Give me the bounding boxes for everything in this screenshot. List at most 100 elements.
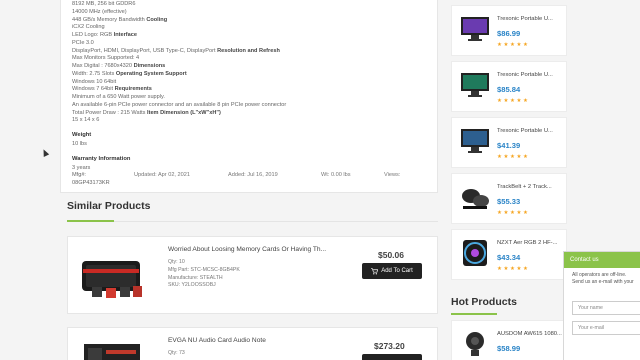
sidebar-product-card[interactable]: NZXT Aer RGB 2 HF-... $43.34 ★★★★★ bbox=[451, 229, 567, 280]
contact-widget-header[interactable]: Contact us bbox=[564, 252, 640, 268]
contact-widget[interactable]: Contact us All operators are off-line. S… bbox=[563, 251, 640, 360]
spec-heading: Item Dimension (L"xW"xH") bbox=[147, 109, 221, 116]
spec-lines: 8192 MB, 256 bit GDDR6 14000 MHz (effecti… bbox=[72, 1, 286, 125]
title-accent-bar bbox=[67, 220, 114, 222]
spec-text: iCX2 Cooling bbox=[72, 24, 105, 31]
weight-meta: Wt: 0.00 lbs bbox=[321, 172, 351, 178]
views-meta: Views: bbox=[384, 172, 401, 178]
spec-line: 448 GB/s Memory Bandwidth Cooling bbox=[72, 17, 286, 25]
warranty-value: 3 years bbox=[72, 165, 91, 171]
rating-stars-icon: ★★★★★ bbox=[497, 154, 530, 160]
sidebar: Trexonic Portable U... $86.99 ★★★★★ Trex… bbox=[451, 0, 567, 360]
spec-text: An available 6-pin PCIe power connector … bbox=[72, 101, 287, 108]
sidebar-product-name[interactable]: Trexonic Portable U... bbox=[497, 16, 553, 22]
hot-products-title: Hot Products bbox=[451, 296, 517, 308]
spec-line: Width: 2.75 Slots Operating System Suppo… bbox=[72, 71, 286, 79]
sidebar-product-name[interactable]: Trexonic Portable U... bbox=[497, 72, 553, 78]
spec-text: LED Logo: RGB bbox=[72, 32, 114, 38]
rating-stars-icon: ★★★★★ bbox=[497, 42, 530, 48]
portable-monitor-image[interactable] bbox=[459, 126, 491, 156]
sidebar-product-card[interactable]: Trexonic Portable U... $85.84 ★★★★★ bbox=[451, 61, 567, 112]
spec-line: Max Monitors Supported: 4 bbox=[72, 55, 286, 63]
spec-text: Max Monitors Supported: 4 bbox=[72, 55, 140, 62]
sidebar-product-price: $41.39 bbox=[497, 141, 521, 150]
spec-line: 14000 MHz (effective) bbox=[72, 9, 286, 17]
contact-line-1: All operators are off-line. bbox=[572, 272, 627, 278]
spec-heading: Interface bbox=[113, 32, 137, 38]
cart-icon bbox=[371, 267, 379, 274]
updated-date: Updated: Apr 02, 2021 bbox=[134, 172, 190, 178]
product-qty: Qty: 10 bbox=[168, 259, 185, 265]
hot-title-accent-bar bbox=[451, 313, 497, 315]
spec-heading: Dimensions bbox=[133, 63, 166, 69]
spec-line: LED Logo: RGB Interface bbox=[72, 32, 286, 40]
specifications-panel: 8192 MB, 256 bit GDDR6 14000 MHz (effecti… bbox=[60, 0, 438, 193]
rating-stars-icon: ★★★★★ bbox=[497, 98, 530, 104]
title-divider bbox=[114, 221, 438, 222]
mfg-value: 08GP43173KR bbox=[72, 180, 110, 186]
spec-line: An available 6-pin PCIe power connector … bbox=[72, 102, 286, 110]
hot-product-name[interactable]: AUSDOM AW615 1080... bbox=[497, 331, 562, 337]
weight-value: 10 lbs bbox=[72, 141, 87, 147]
webcam-image[interactable] bbox=[459, 329, 491, 359]
sidebar-product-name[interactable]: Trexonic Portable U... bbox=[497, 128, 553, 134]
trackbelt-image[interactable] bbox=[459, 182, 491, 212]
sidebar-product-card[interactable]: Trexonic Portable U... $41.39 ★★★★★ bbox=[451, 117, 567, 168]
warranty-label: Warranty Information bbox=[72, 156, 131, 162]
sidebar-product-card[interactable]: TrackBelt + 2 Track... $55.33 ★★★★★ bbox=[451, 173, 567, 224]
add-to-cart-button[interactable] bbox=[362, 354, 422, 360]
spec-heading: Cooling bbox=[146, 16, 168, 23]
spec-line: Total Power Draw : 215 Watts Item Dimens… bbox=[72, 110, 286, 118]
memory-card-case-image[interactable] bbox=[80, 257, 146, 301]
contact-email-field[interactable]: Your e-mail bbox=[572, 321, 640, 335]
contact-widget-message: All operators are off-line. Send us an e… bbox=[564, 268, 640, 286]
spec-text: 14000 MHz (effective) bbox=[72, 8, 127, 15]
product-name[interactable]: EVGA NU Audio Card Audio Note bbox=[168, 337, 266, 344]
sidebar-product-card[interactable]: Trexonic Portable U... $86.99 ★★★★★ bbox=[451, 5, 567, 56]
similar-product-card[interactable]: EVGA NU Audio Card Audio Note Qty: 73 $2… bbox=[67, 327, 438, 360]
spec-line: 8192 MB, 256 bit GDDR6 bbox=[72, 1, 286, 9]
rating-stars-icon: ★★★★★ bbox=[497, 210, 530, 216]
spec-text: Max Digital : 7680x4320 bbox=[72, 63, 134, 69]
added-date: Added: Jul 16, 2019 bbox=[228, 172, 278, 178]
audio-card-image[interactable] bbox=[80, 340, 146, 360]
hot-product-price: $58.99 bbox=[497, 344, 521, 353]
spec-heading: Operating System Support bbox=[115, 70, 187, 77]
spec-text: 448 GB/s Memory Bandwidth bbox=[72, 16, 147, 23]
sidebar-product-price: $86.99 bbox=[497, 29, 521, 38]
spec-text: DisplayPort, HDMI, DisplayPort, USB Type… bbox=[72, 47, 218, 54]
add-to-cart-button[interactable]: Add To Cart bbox=[362, 263, 422, 279]
portable-monitor-image[interactable] bbox=[459, 70, 491, 100]
spec-text: Windows 7 64bit bbox=[72, 86, 115, 93]
product-sku: SKU: Y2LOOSSOBJ bbox=[168, 282, 216, 289]
portable-monitor-image[interactable] bbox=[459, 14, 491, 44]
similar-product-card[interactable]: Worried About Loosing Memory Cards Or Ha… bbox=[67, 236, 438, 314]
spec-line: iCX2 Cooling bbox=[72, 24, 286, 32]
spec-text: PCIe 3.0 bbox=[72, 39, 94, 46]
contact-line-2: Send us an e-mail with your bbox=[572, 279, 634, 285]
rgb-fan-image[interactable] bbox=[459, 238, 491, 268]
spec-line: Minimum of a 650 Watt power supply. bbox=[72, 94, 286, 102]
mouse-cursor-icon bbox=[40, 148, 50, 157]
hot-product-card[interactable]: AUSDOM AW615 1080... $58.99 bbox=[451, 320, 567, 360]
product-details: Qty: 10 Mfg Part: STC-MCSC-8GB4PK Manufa… bbox=[168, 259, 240, 290]
sidebar-product-name[interactable]: TrackBelt + 2 Track... bbox=[497, 184, 552, 190]
add-to-cart-label: Add To Cart bbox=[381, 268, 413, 274]
sidebar-product-price: $85.84 bbox=[497, 85, 521, 94]
spec-line: Max Digital : 7680x4320 Dimensions bbox=[72, 63, 286, 71]
spec-line: Windows 7 64bit Requirements bbox=[72, 86, 286, 94]
spec-line: 15 x 14 x 6 bbox=[72, 117, 286, 125]
similar-products-title: Similar Products bbox=[67, 200, 151, 212]
contact-name-field[interactable]: Your name bbox=[572, 301, 640, 315]
sidebar-product-price: $43.34 bbox=[497, 253, 521, 262]
product-name[interactable]: Worried About Loosing Memory Cards Or Ha… bbox=[168, 246, 326, 253]
spec-heading: Resolution and Refresh bbox=[217, 47, 280, 54]
main-column: 8192 MB, 256 bit GDDR6 14000 MHz (effecti… bbox=[0, 0, 440, 360]
spec-text: Total Power Draw : 215 Watts bbox=[72, 109, 148, 116]
product-manufacturer: Manufacture: STEALTH bbox=[168, 274, 223, 281]
spec-text: 15 x 14 x 6 bbox=[72, 117, 100, 124]
sidebar-product-name[interactable]: NZXT Aer RGB 2 HF-... bbox=[497, 240, 557, 246]
spec-line: Windows 10 64bit bbox=[72, 79, 286, 87]
spec-text: 8192 MB, 256 bit GDDR6 bbox=[72, 1, 136, 7]
product-price: $50.06 bbox=[378, 250, 404, 260]
